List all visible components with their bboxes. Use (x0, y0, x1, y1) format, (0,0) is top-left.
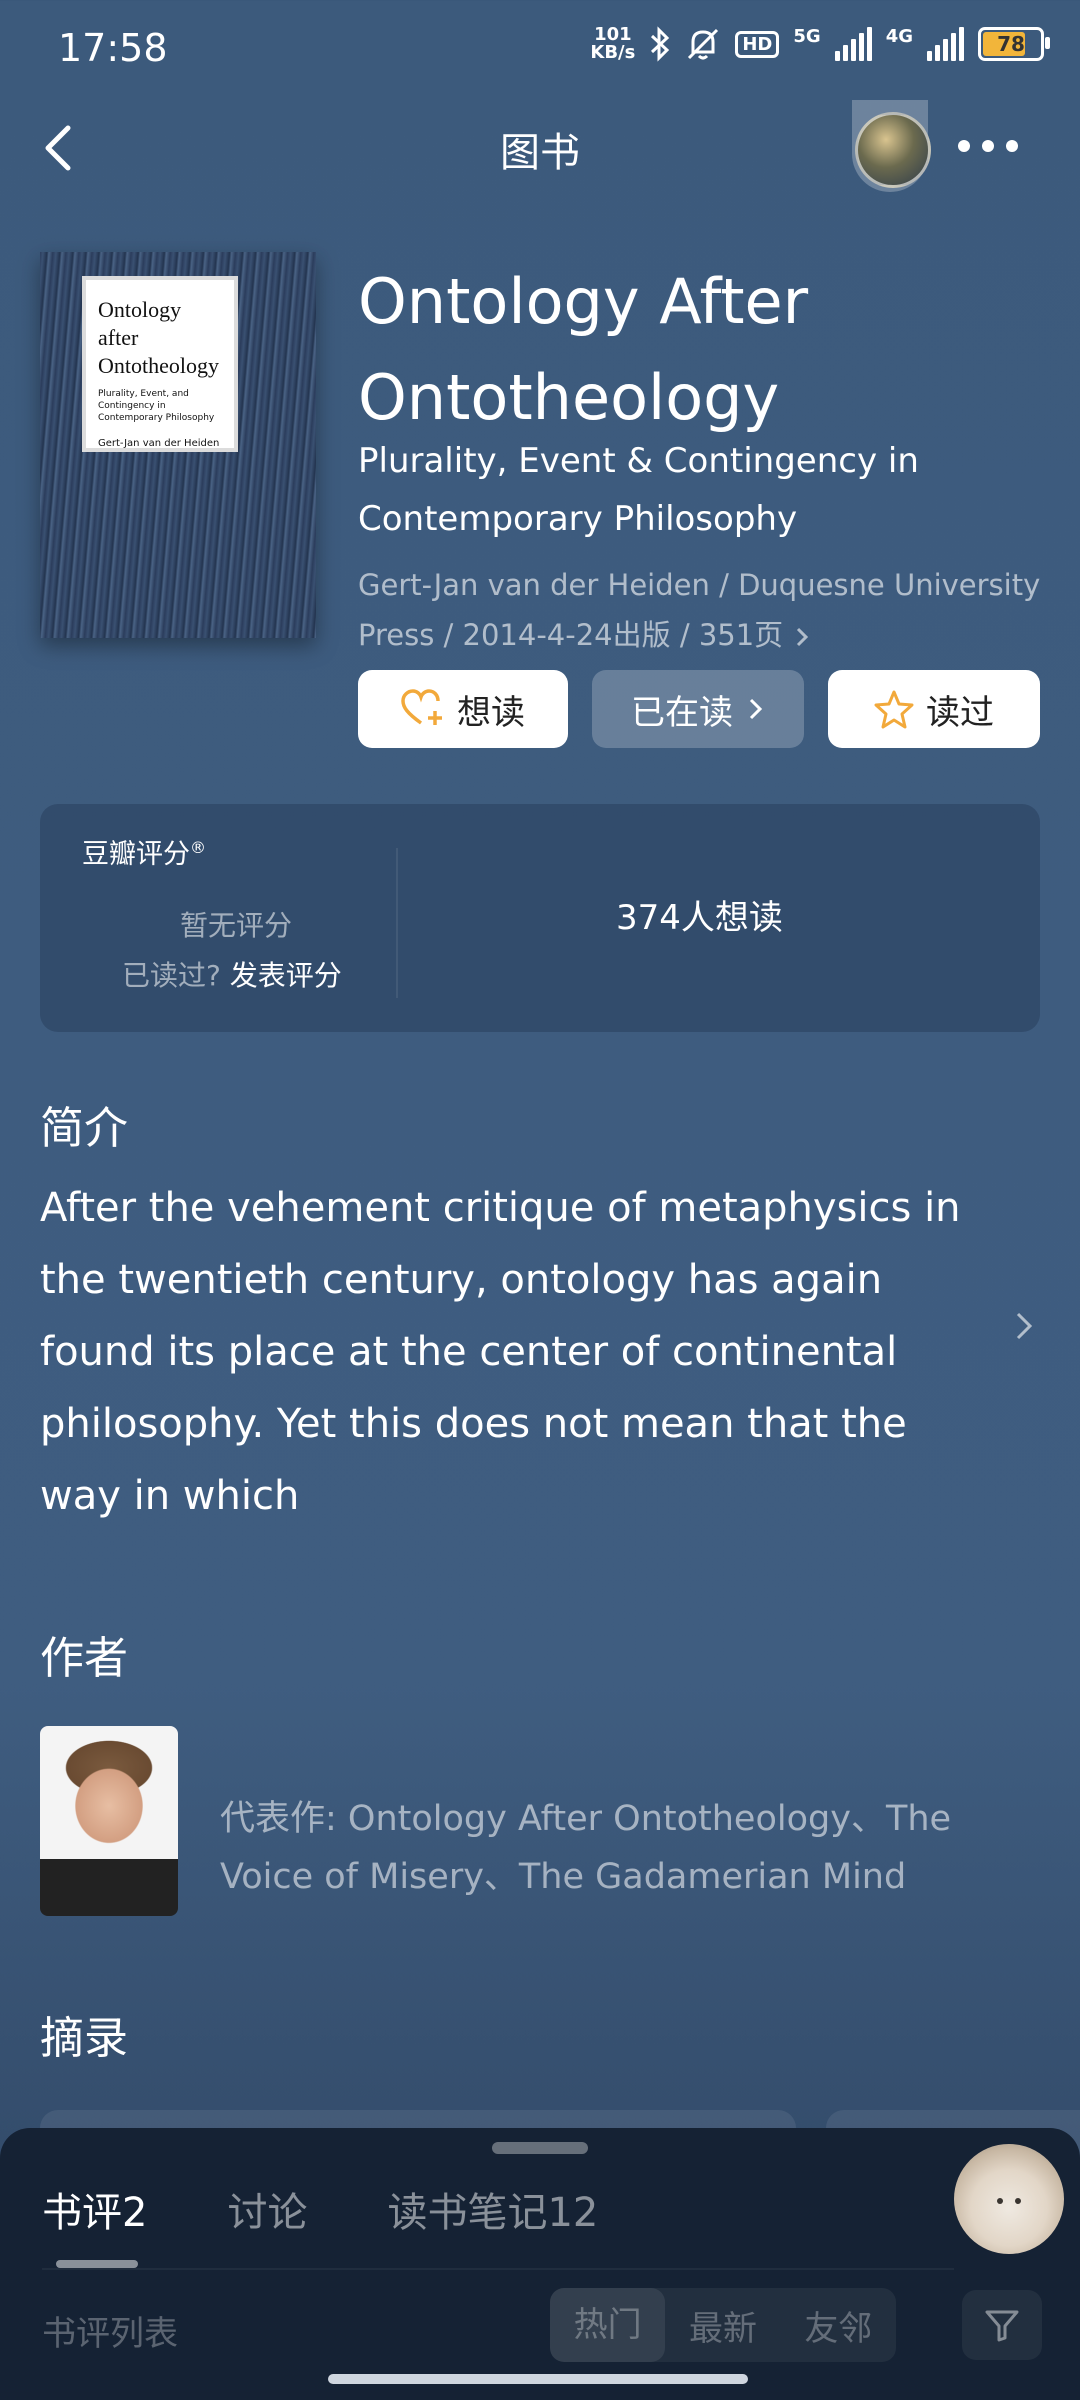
sort-hot[interactable]: 热门 (550, 2288, 666, 2362)
bluetooth-icon (651, 26, 670, 62)
signal-4g-icon (927, 27, 964, 61)
want-to-read-button[interactable]: 想读 (358, 670, 568, 748)
mute-bell-icon (688, 28, 719, 60)
rating-divider (396, 848, 398, 998)
chevron-right-icon[interactable] (1010, 1306, 1040, 1346)
chevron-right-icon (797, 627, 809, 647)
cover-label: Ontology after Ontotheology Plurality, E… (82, 276, 238, 452)
cat-face-icon (997, 2198, 1021, 2204)
intro-text[interactable]: After the vehement critique of metaphysi… (40, 1172, 1000, 1532)
tab-discussion[interactable]: 讨论 (227, 2180, 307, 2238)
active-tab-indicator (56, 2260, 138, 2268)
floating-assistant-avatar[interactable] (954, 2144, 1064, 2254)
want-count[interactable]: 374人想读 (616, 890, 783, 939)
user-avatar[interactable] (855, 112, 931, 188)
star-icon (874, 690, 914, 729)
reading-button[interactable]: 已在读 (592, 670, 804, 748)
sort-latest[interactable]: 最新 (665, 2301, 780, 2350)
no-rating-text: 暂无评分 (180, 909, 293, 942)
sheet-divider (42, 2268, 954, 2270)
heart-plus-icon (401, 689, 442, 725)
signal-5g-label: 5G (793, 26, 821, 47)
excerpt-heading: 摘录 (40, 2013, 128, 2064)
status-icons: 101 KB/s HD 5G 4G 78 (590, 24, 1050, 63)
intro-heading: 简介 (40, 1103, 128, 1154)
read-button[interactable]: 读过 (828, 670, 1040, 748)
tab-reading-notes[interactable]: 读书笔记12 (387, 2180, 598, 2238)
status-bar: 17:58 101 KB/s HD 5G 4G 78 (0, 0, 1080, 100)
author-photo[interactable] (40, 1726, 178, 1916)
filter-icon (985, 2310, 1019, 2342)
status-time: 17:58 (58, 26, 168, 70)
sheet-tabs: 书评2 讨论 读书笔记12 (42, 2180, 598, 2238)
rating-card: 豆瓣评分® 暂无评分 已读过? 发表评分 374人想读 (40, 804, 1040, 1032)
battery-icon: 78 (978, 27, 1050, 61)
chevron-right-icon (749, 698, 763, 720)
sort-segmented-control: 热门 最新 友邻 (550, 2288, 896, 2362)
tab-reviews[interactable]: 书评2 (42, 2180, 147, 2238)
sort-friends[interactable]: 友邻 (781, 2301, 896, 2350)
author-works[interactable]: 代表作: Ontology After Ontotheology、The Voi… (220, 1790, 1040, 1906)
signal-5g-icon (834, 27, 872, 61)
net-speed: 101 KB/s (590, 24, 636, 63)
post-rating-link[interactable]: 发表评分 (230, 959, 342, 992)
review-list-label: 书评列表 (42, 2314, 178, 2354)
reviews-sheet: 书评2 讨论 读书笔记12 书评列表 热门 最新 友邻 (0, 2128, 1080, 2400)
book-meta[interactable]: Gert-Jan van der Heiden / Duquesne Unive… (358, 560, 1048, 660)
filter-button[interactable] (962, 2290, 1042, 2360)
book-title: Ontology After Ontotheology (358, 265, 809, 434)
read-question: 已读过? 发表评分 (122, 959, 342, 992)
reading-status-buttons: 想读 已在读 读过 (358, 670, 1040, 748)
rating-label: 豆瓣评分® (82, 838, 206, 870)
signal-4g-label: 4G (885, 26, 913, 47)
book-cover[interactable]: Ontology after Ontotheology Plurality, E… (40, 252, 316, 638)
book-subtitle: Plurality, Event & Contingency in Contem… (358, 441, 919, 539)
hd-icon: HD (735, 30, 780, 58)
author-heading: 作者 (40, 1633, 128, 1684)
sheet-drag-handle[interactable] (492, 2142, 588, 2154)
more-icon[interactable] (958, 140, 1018, 152)
home-indicator[interactable] (328, 2374, 748, 2384)
